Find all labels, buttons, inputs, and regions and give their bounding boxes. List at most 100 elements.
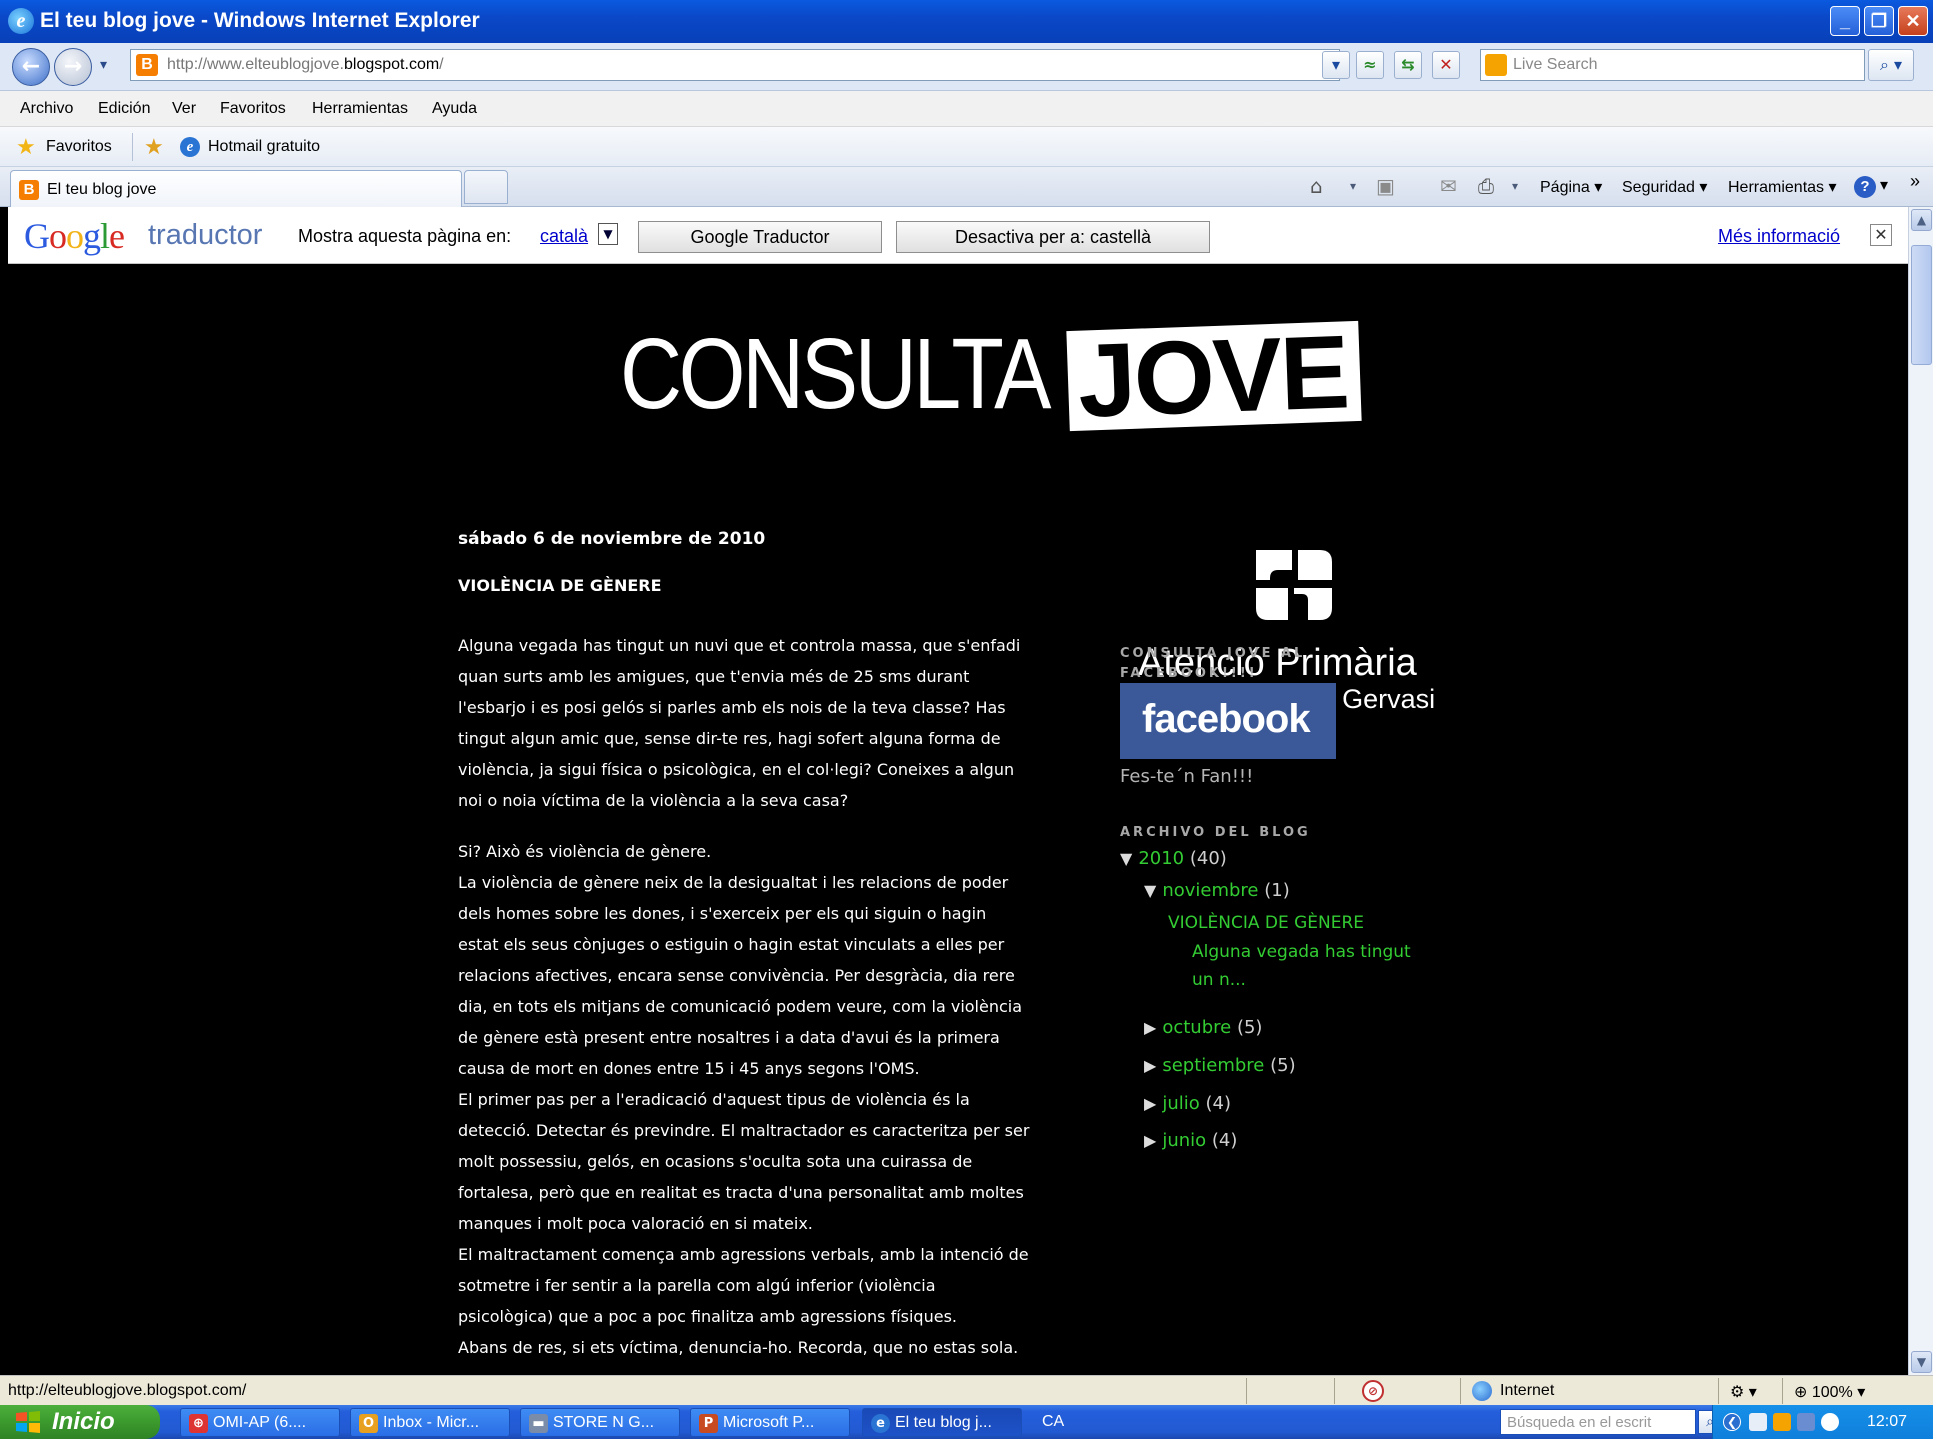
menu-edicion[interactable]: Edición (98, 100, 150, 118)
archive-month-count: (5) (1270, 1055, 1296, 1076)
page-menu-label: Página (1540, 179, 1590, 196)
favorites-button[interactable]: Favoritos (46, 138, 112, 156)
stop-icon[interactable]: ✕ (1432, 51, 1460, 79)
tray-expand-icon[interactable]: ❮ (1723, 1413, 1741, 1431)
menu-herramientas[interactable]: Herramientas (312, 100, 408, 118)
language-dropdown-icon[interactable]: ▼ (598, 223, 618, 245)
desktop-search-input[interactable]: Búsqueda en el escrit (1500, 1409, 1696, 1435)
new-tab-button[interactable] (464, 170, 508, 204)
home-icon[interactable]: ⌂ (1310, 174, 1323, 198)
search-button[interactable]: ⌕ ▾ (1868, 49, 1914, 81)
archive-month[interactable]: ▶ septiembre (5) (1144, 1055, 1296, 1076)
minimize-button[interactable]: _ (1830, 6, 1860, 36)
tray-monitor-icon[interactable] (1797, 1413, 1815, 1431)
print-icon[interactable]: ⎙ (1478, 174, 1494, 198)
archive-month[interactable]: ▶ octubre (5) (1144, 1017, 1262, 1038)
status-divider (1460, 1378, 1461, 1404)
facebook-badge[interactable]: facebook (1120, 683, 1336, 759)
security-menu[interactable]: Seguridad ▾ (1622, 177, 1707, 197)
scroll-up-icon[interactable]: ▲ (1911, 209, 1932, 231)
back-button[interactable]: ← (12, 48, 50, 86)
archive-post-snippet[interactable]: un n... (1192, 970, 1246, 990)
facebook-badge-label: facebook (1142, 697, 1311, 741)
archive-month[interactable]: ▶ julio (4) (1144, 1093, 1231, 1114)
overflow-chevron[interactable]: » (1910, 171, 1920, 192)
help-icon[interactable]: ? (1854, 176, 1876, 198)
translate-product-label: traductor (148, 219, 263, 251)
archive-month-link[interactable]: octubre (1162, 1017, 1231, 1038)
post-line: estat els seus cònjuges o estiguin o hag… (458, 935, 1005, 954)
archive-month-link[interactable]: julio (1162, 1093, 1199, 1114)
taskbar-item[interactable]: ⊕ OMI-AP (6.... (180, 1408, 340, 1437)
status-divider (1718, 1378, 1719, 1404)
more-info-link[interactable]: Més informació (1718, 226, 1840, 247)
security-menu-label: Seguridad (1622, 179, 1695, 196)
tab-blog[interactable]: B El teu blog jove (10, 170, 462, 207)
post-line: noi o noia víctima de la violència a la … (458, 791, 849, 810)
close-translate-icon[interactable]: ✕ (1870, 224, 1892, 246)
add-favorites-icon[interactable]: ★ (144, 135, 164, 160)
archive-year-link[interactable]: 2010 (1138, 848, 1184, 869)
post-line: psicològica) que a poc a poc finalitza a… (458, 1307, 957, 1326)
archive-month-link[interactable]: septiembre (1162, 1055, 1264, 1076)
scroll-down-icon[interactable]: ▼ (1911, 1351, 1932, 1373)
post-line: manques i molt poca valoració en si mate… (458, 1214, 813, 1233)
archive-month[interactable]: ▶ junio (4) (1144, 1130, 1237, 1151)
menu-ayuda[interactable]: Ayuda (432, 100, 477, 118)
menu-archivo[interactable]: Archivo (20, 100, 73, 118)
refresh-icon[interactable]: ⇆ (1394, 51, 1422, 79)
recent-pages-dropdown-icon[interactable]: ▾ (100, 57, 107, 73)
taskbar-item[interactable]: P Microsoft P... (690, 1408, 850, 1437)
print-dropdown-icon[interactable]: ▾ (1512, 179, 1518, 193)
archive-year[interactable]: ▼ 2010 (40) (1120, 848, 1227, 869)
taskbar-item[interactable]: O Inbox - Micr... (350, 1408, 510, 1437)
tools-menu[interactable]: Herramientas ▾ (1728, 177, 1837, 197)
help-dropdown-icon[interactable]: ▾ (1880, 175, 1888, 195)
consulta-jove-logo: CONSULTA JOVE (620, 314, 1380, 440)
taskbar: Inicio ⊕ OMI-AP (6.... O Inbox - Micr... ▬… (0, 1405, 1933, 1439)
menu-favoritos[interactable]: Favoritos (220, 100, 286, 118)
taskbar-item-active[interactable]: e El teu blog j... (862, 1408, 1022, 1437)
popup-blocker-icon[interactable]: ⊘ (1362, 1380, 1384, 1402)
zoom-control[interactable]: ⊕ 100% ▾ (1794, 1382, 1865, 1402)
compatibility-view-icon[interactable]: ≈ (1356, 51, 1384, 79)
archive-month-open[interactable]: ▼ noviembre (1) (1144, 880, 1290, 901)
live-search-icon (1485, 54, 1507, 76)
tray-security-icon[interactable] (1821, 1413, 1839, 1431)
archive-month-link[interactable]: junio (1162, 1130, 1206, 1151)
maximize-button[interactable]: ❐ (1864, 6, 1894, 36)
url-prefix: http://www.elteublogjove. (167, 56, 344, 73)
home-dropdown-icon[interactable]: ▾ (1350, 179, 1356, 193)
security-zone: Internet (1500, 1382, 1555, 1399)
archive-post-snippet[interactable]: Alguna vegada has tingut (1192, 942, 1411, 962)
language-indicator[interactable]: CA (1042, 1413, 1064, 1431)
protected-mode-icon[interactable]: ⚙ ▾ (1730, 1382, 1757, 1402)
post-title[interactable]: VIOLÈNCIA DE GÈNERE (458, 576, 662, 595)
vertical-scrollbar[interactable]: ▲ ▼ (1908, 207, 1933, 1375)
mail-icon[interactable]: ✉ (1440, 174, 1457, 198)
tray-outlook-icon[interactable] (1773, 1413, 1791, 1431)
expanded-arrow-icon: ▼ (1120, 849, 1133, 868)
target-language-link[interactable]: català (540, 226, 588, 247)
archive-post-link[interactable]: VIOLÈNCIA DE GÈNERE (1168, 913, 1364, 933)
archive-month-count: (1) (1264, 880, 1290, 901)
search-input[interactable]: Live Search (1480, 49, 1865, 81)
page-menu[interactable]: Página ▾ (1540, 177, 1602, 197)
hotmail-link[interactable]: Hotmail gratuito (208, 138, 320, 156)
address-field[interactable]: B http://www.elteublogjove.blogspot.com/ (130, 49, 1340, 81)
menu-ver[interactable]: Ver (172, 100, 196, 118)
archive-month-link[interactable]: noviembre (1162, 880, 1258, 901)
post-line: detecció. Detectar és previndre. El malt… (458, 1121, 1030, 1140)
taskbar-item[interactable]: ▬ STORE N G... (520, 1408, 680, 1437)
scroll-thumb[interactable] (1911, 245, 1932, 365)
search-placeholder: Live Search (1513, 56, 1598, 73)
forward-button[interactable]: → (54, 48, 92, 86)
disable-translate-button[interactable]: Desactiva per a: castellà (896, 221, 1210, 253)
start-button[interactable]: Inicio (0, 1405, 160, 1439)
address-dropdown-icon[interactable]: ▾ (1322, 51, 1350, 79)
close-button[interactable]: ✕ (1898, 6, 1928, 36)
translate-button[interactable]: Google Traductor (638, 221, 882, 253)
tray-network-icon[interactable] (1749, 1413, 1767, 1431)
post-line: causa de mort en dones entre 15 i 45 any… (458, 1059, 920, 1078)
feeds-icon[interactable]: ▣ (1376, 174, 1395, 198)
